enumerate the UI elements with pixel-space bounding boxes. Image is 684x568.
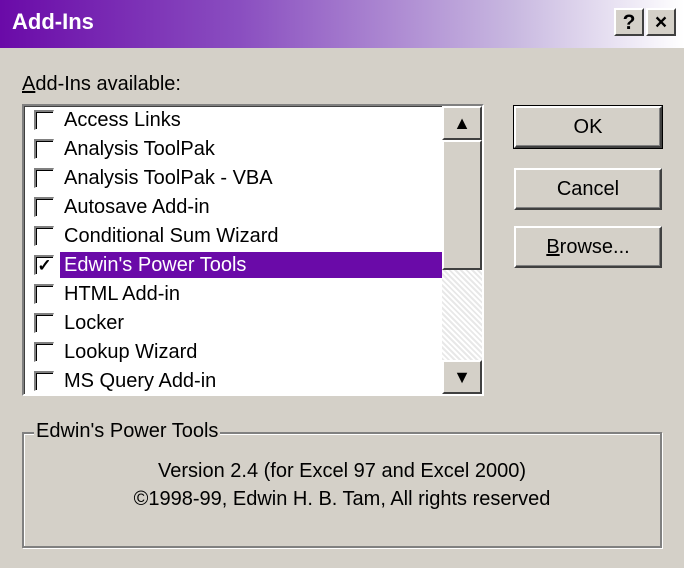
list-item-edwins-power-tools[interactable]: ✓ Edwin's Power Tools — [24, 251, 442, 280]
add-ins-dialog: Add-Ins ? × Add-Ins available: Access Li… — [0, 0, 684, 568]
addins-list-label: Add-Ins available: — [22, 73, 181, 96]
checkbox[interactable] — [34, 139, 54, 159]
list-item-label: Autosave Add-in — [64, 196, 210, 218]
list-item-label: Analysis ToolPak — [64, 138, 215, 160]
vertical-scrollbar[interactable]: ▲ ▼ — [442, 106, 482, 394]
checkbox-checked[interactable]: ✓ — [34, 255, 54, 275]
checkbox[interactable] — [34, 197, 54, 217]
arrow-down-icon: ▼ — [453, 367, 471, 387]
list-item-lookup-wizard[interactable]: Lookup Wizard — [24, 338, 442, 367]
arrow-up-icon: ▲ — [453, 113, 471, 133]
checkbox[interactable] — [34, 168, 54, 188]
list-item-label: Access Links — [64, 109, 181, 131]
addins-listbox[interactable]: Access Links Analysis ToolPak Analysis T… — [22, 104, 484, 396]
list-item-locker[interactable]: Locker — [24, 309, 442, 338]
list-item-autosave[interactable]: Autosave Add-in — [24, 193, 442, 222]
addins-list-label-accel: A — [22, 73, 36, 95]
list-item-analysis-toolpak[interactable]: Analysis ToolPak — [24, 135, 442, 164]
list-item-label: MS Query Add-in — [64, 370, 217, 392]
checkbox[interactable] — [34, 342, 54, 362]
addins-list-label-text: dd-Ins available: — [35, 73, 181, 95]
list-item-html[interactable]: HTML Add-in — [24, 280, 442, 309]
checkbox[interactable] — [34, 284, 54, 304]
addins-list-items: Access Links Analysis ToolPak Analysis T… — [24, 106, 442, 394]
checkmark-icon: ✓ — [37, 256, 52, 275]
list-item-access-links[interactable]: Access Links — [24, 106, 442, 135]
list-item-label: Lookup Wizard — [64, 341, 198, 363]
browse-button[interactable]: Browse... — [514, 226, 662, 268]
checkbox[interactable] — [34, 313, 54, 333]
ok-button[interactable]: OK — [513, 105, 663, 149]
list-item-label: Analysis ToolPak - VBA — [64, 167, 273, 189]
list-item-conditional-sum[interactable]: Conditional Sum Wizard — [24, 222, 442, 251]
close-button[interactable]: × — [646, 8, 676, 36]
browse-label: rowse... — [559, 235, 630, 258]
list-item-label: Edwin's Power Tools — [60, 252, 442, 278]
list-item-ms-query[interactable]: MS Query Add-in — [24, 367, 442, 394]
checkbox[interactable] — [34, 226, 54, 246]
details-copyright: ©1998-99, Edwin H. B. Tam, All rights re… — [133, 488, 551, 510]
cancel-button[interactable]: Cancel — [514, 168, 662, 210]
list-item-label: Locker — [64, 312, 125, 334]
checkbox[interactable] — [34, 371, 54, 391]
title-bar[interactable]: Add-Ins ? × — [0, 0, 684, 48]
list-item-label: HTML Add-in — [64, 283, 180, 305]
close-icon: × — [654, 10, 668, 34]
scrollbar-thumb[interactable] — [442, 140, 482, 270]
checkbox[interactable] — [34, 110, 54, 130]
help-icon: ? — [622, 10, 636, 34]
help-button[interactable]: ? — [614, 8, 644, 36]
browse-accel: B — [546, 235, 560, 258]
scroll-down-button[interactable]: ▼ — [442, 360, 482, 394]
list-item-label: Conditional Sum Wizard — [64, 225, 279, 247]
window-title: Add-Ins — [12, 9, 94, 34]
scroll-up-button[interactable]: ▲ — [442, 106, 482, 140]
details-version: Version 2.4 (for Excel 97 and Excel 2000… — [158, 460, 526, 482]
list-item-analysis-toolpak-vba[interactable]: Analysis ToolPak - VBA — [24, 164, 442, 193]
details-title: Edwin's Power Tools — [34, 420, 221, 443]
